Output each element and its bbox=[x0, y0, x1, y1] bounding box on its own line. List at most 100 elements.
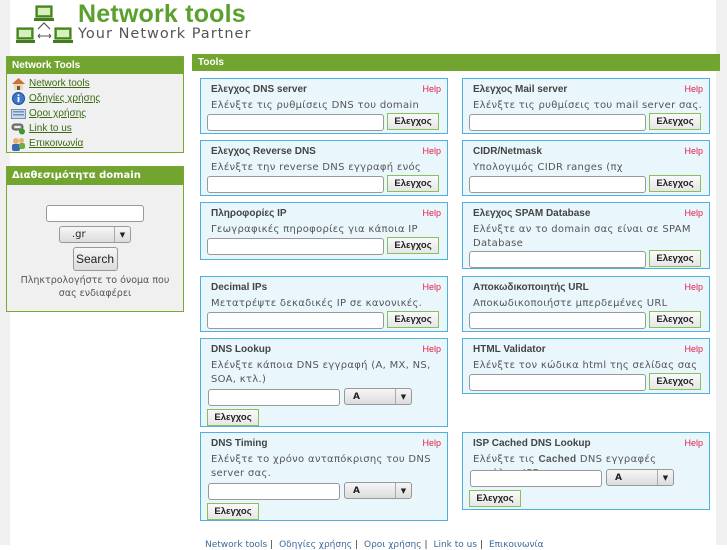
tool-card-url-decoder: Αποκωδικοποιητής URL Help Αποκωδικοποιήστε… bbox=[462, 276, 710, 332]
sidebar-item-contact[interactable]: Επικοινωνία bbox=[10, 136, 183, 151]
info-icon bbox=[10, 92, 26, 106]
help-link[interactable]: Help bbox=[684, 208, 703, 218]
check-button[interactable]: Ελεγχος bbox=[649, 113, 701, 130]
tool-input[interactable] bbox=[469, 176, 646, 193]
sidebar-item-network-tools[interactable]: Network tools bbox=[10, 76, 183, 91]
sidebar-link[interactable]: Οδηγίες χρήσης bbox=[29, 93, 100, 104]
tld-select[interactable]: .gr ▼ bbox=[59, 226, 131, 243]
site-logo[interactable]: Network tools Your Network Partner bbox=[16, 0, 256, 46]
chevron-down-icon: ▼ bbox=[395, 389, 411, 404]
footer-link-guide[interactable]: Οδηγίες χρήσης bbox=[279, 540, 352, 550]
footer-link-link-to-us[interactable]: Link to us bbox=[433, 540, 477, 550]
tool-input[interactable] bbox=[207, 312, 384, 329]
tool-description: Γεωγραφικές πηροφορίες για κάποια IP bbox=[211, 224, 418, 235]
domain-search-button[interactable]: Search bbox=[72, 247, 118, 271]
record-type-value: A bbox=[353, 391, 360, 402]
tool-input[interactable] bbox=[469, 312, 646, 329]
sidebar-nav-box: Network Tools Network tools Οδηγίες χρήσ… bbox=[6, 56, 184, 153]
tool-input[interactable] bbox=[470, 470, 602, 487]
sidebar-link[interactable]: Οροι χρήσης bbox=[29, 108, 86, 119]
sidebar-link[interactable]: Link to us bbox=[29, 123, 72, 134]
tool-card-reverse-dns: Ελεγχος Reverse DNS Help Ελένξτε την rever… bbox=[200, 140, 448, 196]
help-link[interactable]: Help bbox=[684, 344, 703, 354]
sidebar-nav-title: Network Tools bbox=[7, 57, 183, 74]
tool-title: Αποκωδικοποιητής URL bbox=[473, 282, 589, 293]
check-button[interactable]: Ελεγχος bbox=[387, 175, 439, 192]
tld-select-value: .gr bbox=[72, 229, 86, 240]
help-link[interactable]: Help bbox=[684, 438, 703, 448]
help-link[interactable]: Help bbox=[422, 146, 441, 156]
tool-input[interactable] bbox=[207, 238, 384, 255]
site-tagline: Your Network Partner bbox=[78, 26, 252, 42]
tool-card-dns-lookup: DNS Lookup Help Ελένξτε κάποια DNS εγγραφή… bbox=[200, 338, 448, 427]
sidebar-link[interactable]: Network tools bbox=[29, 78, 90, 89]
footer-link-contact[interactable]: Επικοινωνία bbox=[489, 540, 544, 550]
sidebar-link[interactable]: Επικοινωνία bbox=[29, 138, 83, 149]
tool-title: ISP Cached DNS Lookup bbox=[473, 438, 591, 449]
tool-title: Πληροφορίες IP bbox=[211, 208, 287, 219]
tool-card-html-validator: HTML Validator Help Ελένξτε τον κώδικα htm… bbox=[462, 338, 710, 394]
help-link[interactable]: Help bbox=[684, 282, 703, 292]
record-type-select[interactable]: A ▼ bbox=[344, 482, 412, 499]
footer-links: Network tools | Οδηγίες χρήσης | Οροι χρήσ… bbox=[205, 540, 544, 550]
record-type-value: A bbox=[615, 472, 622, 483]
check-button[interactable]: Ελεγχος bbox=[207, 409, 259, 426]
record-type-select[interactable]: A ▼ bbox=[606, 469, 674, 486]
check-button[interactable]: Ελεγχος bbox=[387, 113, 439, 130]
domain-search-input[interactable] bbox=[46, 205, 144, 222]
check-button[interactable]: Ελεγχος bbox=[387, 311, 439, 328]
tool-description: Ελένξτε το χρόνο ανταπόκρισης του DNS se… bbox=[211, 454, 431, 479]
home-icon bbox=[10, 77, 26, 91]
domain-box-title: Διαθεσιμότητα domain bbox=[7, 167, 183, 185]
check-button[interactable]: Ελεγχος bbox=[649, 373, 701, 390]
domain-hint-text: Πληκτρολογήστε το όνομα που σας ενδιαφέρ… bbox=[20, 275, 170, 299]
tool-title: DNS Timing bbox=[211, 438, 268, 449]
tool-card-ip-info: Πληροφορίες IP Help Γεωγραφικές πηροφορίες… bbox=[200, 202, 448, 260]
tool-title: Ελεγχος DNS server bbox=[211, 84, 307, 95]
tool-input[interactable] bbox=[207, 114, 384, 131]
tool-card-dns-timing: DNS Timing Help Ελένξτε το χρόνο ανταπόκρι… bbox=[200, 432, 448, 521]
help-link[interactable]: Help bbox=[684, 84, 703, 94]
chevron-down-icon: ▼ bbox=[657, 470, 673, 485]
help-link[interactable]: Help bbox=[422, 282, 441, 292]
tool-card-decimal-ips: Decimal IPs Help Μετατρέψτε δεκαδικές IP σ… bbox=[200, 276, 448, 332]
tool-title: Decimal IPs bbox=[211, 282, 268, 293]
check-button[interactable]: Ελεγχος bbox=[207, 503, 259, 520]
check-button[interactable]: Ελεγχος bbox=[649, 311, 701, 328]
check-button[interactable]: Ελεγχος bbox=[387, 237, 439, 254]
site-title: Network tools bbox=[78, 0, 246, 28]
tool-title: Ελεγχος Mail server bbox=[473, 84, 568, 95]
tool-card-mail-server: Ελεγχος Mail server Help Ελένξτε τις ρυθμί… bbox=[462, 78, 710, 134]
check-button[interactable]: Ελεγχος bbox=[649, 250, 701, 267]
record-type-select[interactable]: A ▼ bbox=[344, 388, 412, 405]
record-type-value: A bbox=[353, 485, 360, 496]
tool-card-cidr-netmask: CIDR/Netmask Help Υπολογιμός CIDR ranges (… bbox=[462, 140, 710, 196]
sidebar-item-link-to-us[interactable]: Link to us bbox=[10, 121, 183, 136]
help-link[interactable]: Help bbox=[422, 84, 441, 94]
help-link[interactable]: Help bbox=[422, 344, 441, 354]
tool-title: CIDR/Netmask bbox=[473, 146, 542, 157]
tool-input[interactable] bbox=[207, 176, 384, 193]
footer-link-network-tools[interactable]: Network tools bbox=[205, 540, 267, 550]
tool-card-isp-cached-dns: ISP Cached DNS Lookup Help Ελένξτε τις Cac… bbox=[462, 432, 710, 510]
keyboard-icon bbox=[10, 107, 26, 121]
tool-input[interactable] bbox=[469, 374, 646, 391]
footer-link-terms[interactable]: Οροι χρήσης bbox=[364, 540, 422, 550]
tool-card-dns-server: Ελεγχος DNS server Help Ελένξτε τις ρυθμίσ… bbox=[200, 78, 448, 134]
tool-title: Ελεγχος Reverse DNS bbox=[211, 146, 316, 157]
sidebar-item-guide[interactable]: Οδηγίες χρήσης bbox=[10, 91, 183, 106]
link-icon bbox=[10, 122, 26, 136]
chevron-down-icon: ▼ bbox=[395, 483, 411, 498]
tool-input[interactable] bbox=[208, 389, 340, 406]
sidebar-item-terms[interactable]: Οροι χρήσης bbox=[10, 106, 183, 121]
tool-input[interactable] bbox=[469, 251, 646, 268]
tool-input[interactable] bbox=[469, 114, 646, 131]
help-link[interactable]: Help bbox=[684, 146, 703, 156]
help-link[interactable]: Help bbox=[422, 208, 441, 218]
check-button[interactable]: Ελεγχος bbox=[649, 175, 701, 192]
tool-input[interactable] bbox=[208, 483, 340, 500]
tool-description: Μετατρέψτε δεκαδικές IP σε κανονικές. bbox=[211, 298, 423, 309]
tools-panel-title: Tools bbox=[192, 54, 720, 71]
check-button[interactable]: Ελεγχος bbox=[469, 490, 521, 507]
help-link[interactable]: Help bbox=[422, 438, 441, 448]
